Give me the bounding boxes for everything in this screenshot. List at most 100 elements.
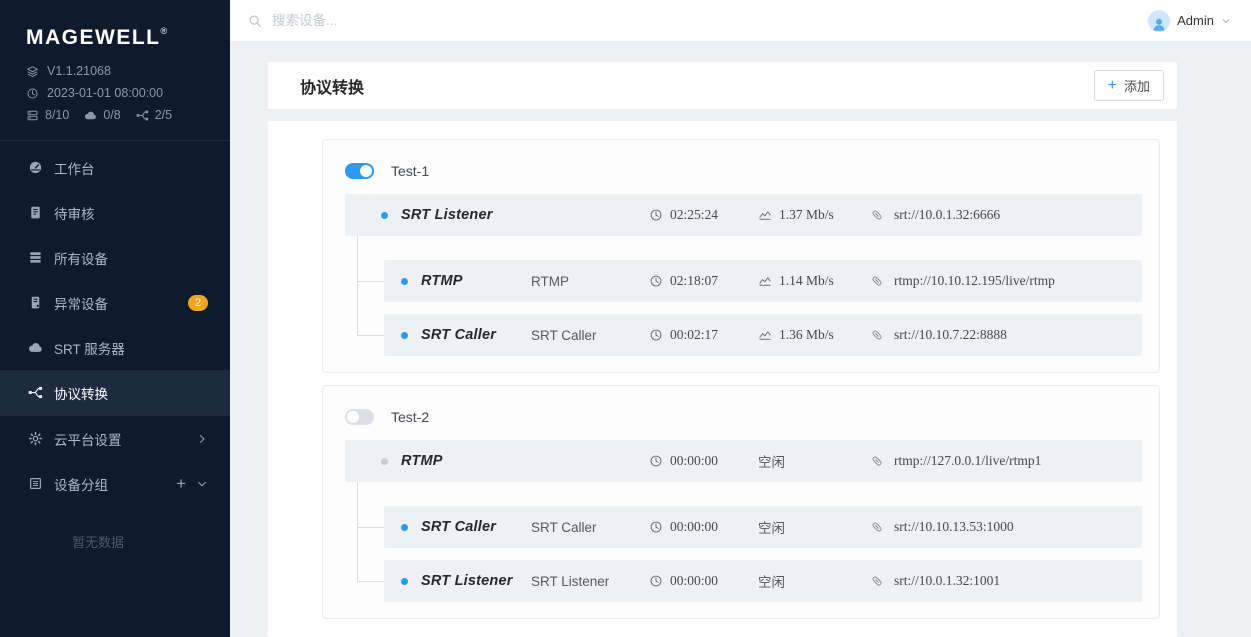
clock-icon [649,574,663,588]
sidebar-item-all-devices[interactable]: 所有设备 [0,235,230,280]
output-rows: RTMP RTMP 02:18:07 1.14 Mb/s [384,236,1142,356]
output-status: 空闲 [758,517,870,537]
source-duration: 02:25:24 [649,207,758,223]
status-dot [401,578,408,585]
conversion-group-card: Test-1 SRT Listener 02:25:24 [322,139,1160,373]
sidebar-item-workbench[interactable]: 工作台 [0,145,230,190]
clock-icon [649,454,663,468]
output-name: SRT Listener [421,573,513,589]
sidebar-menu: 工作台 待审核 所有设备 异常设备 2 SRT 服务器 协议转换 [0,145,230,551]
source-row[interactable]: RTMP 00:00:00 空闲 rtmp://127.0.0.1/l [345,440,1142,482]
conversion-counter: 2/5 [136,108,172,122]
clock-icon [26,87,39,100]
output-protocol: SRT Caller [531,328,649,343]
link-icon [870,274,884,288]
link-icon [870,520,884,534]
cloud-icon [28,340,43,355]
status-dot [381,458,388,465]
clock-icon [649,208,663,222]
output-rows: SRT Caller SRT Caller 00:00:00 空闲 [384,482,1142,602]
output-name: SRT Caller [421,519,496,535]
sidebar-item-abnormal-devices[interactable]: 异常设备 2 [0,280,230,325]
conversion-list-panel: Test-1 SRT Listener 02:25:24 [268,121,1177,637]
version-label: V1.1.21068 [47,64,111,78]
source-row[interactable]: SRT Listener 02:25:24 1.37 Mb/s srt [345,194,1142,236]
link-icon [870,208,884,222]
output-name-cell: SRT Caller [401,519,531,535]
group-name: Test-1 [391,163,429,179]
group-enable-toggle[interactable] [345,163,374,179]
chevron-down-icon[interactable] [196,478,208,490]
output-bitrate: 1.36 Mb/s [758,327,870,343]
cloud-counter: 0/8 [84,108,120,122]
search-input[interactable] [270,12,694,29]
sidebar-item-srt-server[interactable]: SRT 服务器 [0,325,230,370]
source-url: srt://10.0.1.32:6666 [870,207,1142,223]
output-duration: 00:02:17 [649,327,758,343]
sidebar: MAGEWELL® V1.1.21068 2023-01-01 08:00:00… [0,0,230,637]
output-row[interactable]: SRT Caller SRT Caller 00:00:00 空闲 [384,506,1142,548]
clock-icon [649,328,663,342]
pending-review-icon [28,205,43,220]
sidebar-item-device-groups[interactable]: 设备分组 + [0,461,230,506]
status-dot [401,278,408,285]
source-name: RTMP [401,453,443,469]
output-url: srt://10.10.13.53:1000 [870,519,1142,535]
output-protocol: SRT Caller [531,520,649,535]
app-window: MAGEWELL® V1.1.21068 2023-01-01 08:00:00… [0,0,1251,637]
sidebar-item-cloud-settings[interactable]: 云平台设置 [0,416,230,461]
bitrate-chart-icon [758,208,772,222]
status-dot [401,332,408,339]
chevron-down-icon [1221,16,1231,26]
no-data-text: 暂无数据 [0,506,230,551]
chevron-right-icon [196,433,208,445]
username: Admin [1177,13,1214,28]
link-icon [870,328,884,342]
source-name-cell: RTMP [381,453,649,469]
gear-icon [28,431,43,446]
source-name-cell: SRT Listener [381,207,649,223]
protocol-conversion-icon [28,385,43,400]
magewell-logo: MAGEWELL® [0,0,230,50]
group-enable-toggle[interactable] [345,409,374,425]
device-group-icon [28,476,43,491]
cloud-count-icon [84,109,97,122]
add-group-button[interactable]: + [176,475,186,492]
avatar [1148,10,1170,32]
conversion-count: 2/5 [155,108,172,122]
add-button[interactable]: + 添加 [1094,70,1164,101]
sidebar-item-pending-review[interactable]: 待审核 [0,190,230,235]
link-icon [870,574,884,588]
output-protocol: SRT Listener [531,574,649,589]
output-row[interactable]: SRT Caller SRT Caller 00:02:17 1.36 Mb/s [384,314,1142,356]
output-url: srt://10.10.7.22:8888 [870,327,1142,343]
plus-icon: + [1108,78,1117,94]
output-name: RTMP [421,273,463,289]
bitrate-chart-icon [758,274,772,288]
page-title: 协议转换 [300,74,364,98]
counters-row: 8/10 0/8 2/5 [26,104,230,126]
abnormal-device-icon [28,295,43,310]
output-name-cell: SRT Listener [401,573,531,589]
output-status: 空闲 [758,571,870,591]
device-counter: 8/10 [26,108,69,122]
conversion-group-card: Test-2 RTMP 00:00:00 空闲 [322,385,1160,619]
conversion-count-icon [136,109,149,122]
output-row[interactable]: RTMP RTMP 02:18:07 1.14 Mb/s [384,260,1142,302]
sidebar-item-protocol-conversion[interactable]: 协议转换 [0,370,230,415]
output-url: rtmp://10.10.12.195/live/rtmp [870,273,1142,289]
output-duration: 02:18:07 [649,273,758,289]
user-menu[interactable]: Admin [1148,10,1231,32]
source-duration: 00:00:00 [649,453,758,469]
output-row[interactable]: SRT Listener SRT Listener 00:00:00 空闲 [384,560,1142,602]
clock-icon [649,274,663,288]
clock-icon [649,520,663,534]
search-box [248,12,694,29]
system-info: V1.1.21068 2023-01-01 08:00:00 8/10 0/8 … [0,50,230,126]
output-name-cell: RTMP [401,273,531,289]
source-status: 空闲 [758,451,870,471]
device-count-icon [26,109,39,122]
source-bitrate: 1.37 Mb/s [758,207,870,223]
device-count: 8/10 [45,108,69,122]
group-header: Test-1 [345,156,1142,186]
